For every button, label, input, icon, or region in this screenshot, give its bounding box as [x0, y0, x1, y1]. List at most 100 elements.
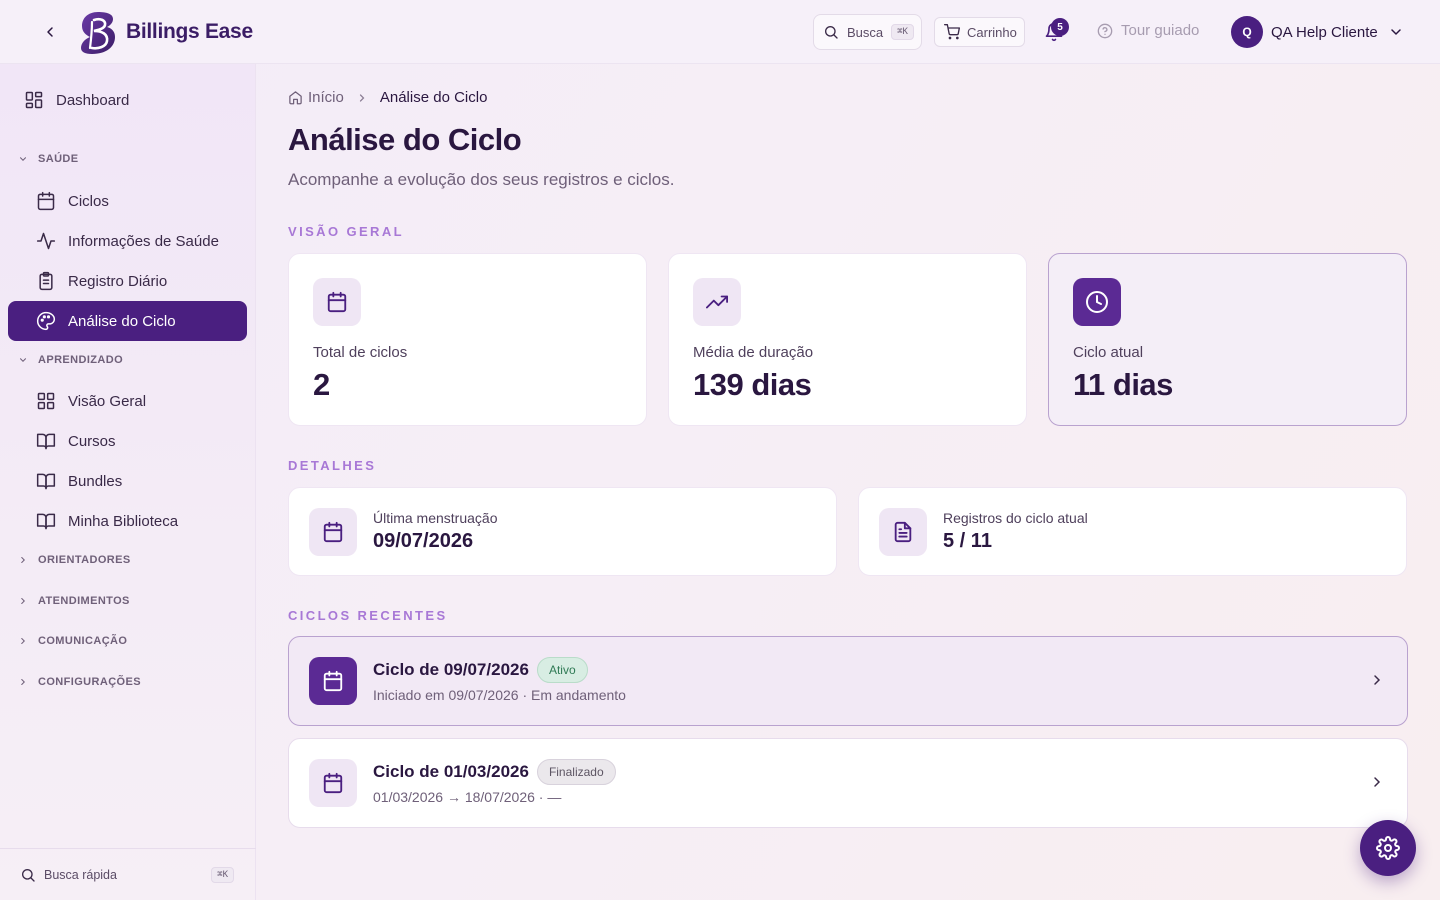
app-name: Billings Ease	[126, 20, 253, 43]
chevron-right-icon	[359, 93, 365, 102]
sidebar-item-label: Registro Diário	[68, 272, 168, 290]
sidebar-item-label: Visão Geral	[68, 392, 147, 410]
cycle-row[interactable]: Ciclo de 01/03/2026 Finalizado 01/03/202…	[288, 738, 1408, 828]
chevron-right-icon	[21, 637, 25, 645]
cart-label: Carrinho	[967, 24, 1017, 40]
sidebar-section-saude[interactable]: SAÚDE	[18, 153, 79, 165]
quick-search-label: Busca rápida	[44, 867, 117, 882]
trending-up-icon	[693, 278, 741, 326]
book-open-icon	[36, 513, 56, 530]
cycle-subtitle: 01/03/2026 → 18/07/2026 · —	[373, 789, 562, 805]
sidebar-section-configuracoes[interactable]: CONFIGURAÇÕES	[18, 676, 141, 688]
sidebar-section-atendimentos[interactable]: ATENDIMENTOS	[18, 595, 130, 607]
sidebar-item-bundles[interactable]: Bundles	[8, 461, 247, 501]
cart-button[interactable]: Carrinho	[934, 17, 1025, 47]
calendar-icon	[309, 657, 357, 705]
stat-card-media-duracao: Média de duração 139 dias	[668, 253, 1027, 426]
settings-fab-button[interactable]	[1360, 820, 1416, 876]
sidebar-section-aprendizado[interactable]: APRENDIZADO	[18, 354, 123, 366]
home-icon	[289, 91, 302, 105]
help-circle-icon	[1097, 23, 1113, 38]
stat-card-ciclo-atual: Ciclo atual 11 dias	[1048, 253, 1407, 426]
quick-search-shortcut: ⌘K	[211, 866, 234, 883]
stat-value: 11 dias	[1073, 367, 1173, 402]
sidebar-item-label: Cursos	[68, 432, 116, 450]
stat-label: Total de ciclos	[313, 344, 408, 361]
notification-badge: 5	[1051, 18, 1069, 36]
detail-value: 5 / 11	[943, 530, 992, 552]
avatar: Q	[1231, 16, 1263, 48]
cycle-row[interactable]: Ciclo de 09/07/2026 Ativo Iniciado em 09…	[288, 636, 1408, 726]
gear-icon	[1376, 836, 1400, 860]
stat-label: Média de duração	[693, 344, 814, 361]
back-chevron-icon[interactable]	[38, 20, 62, 44]
section-label: CONFIGURAÇÕES	[38, 676, 141, 688]
clock-icon	[1073, 278, 1121, 326]
sidebar-item-analise-ciclo[interactable]: Análise do Ciclo	[8, 301, 247, 341]
palette-icon	[37, 311, 56, 331]
chevron-right-icon	[21, 597, 25, 605]
section-label: SAÚDE	[38, 153, 79, 165]
detail-card-registros: Registros do ciclo atual 5 / 11	[858, 487, 1407, 576]
detail-card-ultima-menstruacao: Última menstruação 09/07/2026	[288, 487, 837, 576]
detail-label: Registros do ciclo atual	[943, 510, 1088, 526]
sidebar-item-visao-geral[interactable]: Visão Geral	[8, 381, 247, 421]
app-logo[interactable]: Billings Ease	[80, 10, 253, 54]
breadcrumb-home[interactable]: Início	[288, 89, 344, 106]
sidebar-item-label: Informações de Saúde	[68, 232, 219, 250]
user-menu[interactable]: Q QA Help Cliente	[1231, 16, 1404, 48]
detail-value: 09/07/2026	[373, 530, 474, 552]
status-badge: Ativo	[536, 657, 588, 683]
overview-section-label: VISÃO GERAL	[288, 224, 404, 239]
stat-label: Ciclo atual	[1073, 344, 1144, 361]
activity-icon	[36, 232, 56, 250]
cycle-title: Ciclo de 01/03/2026	[373, 762, 529, 781]
section-label: ORIENTADORES	[38, 554, 131, 566]
recent-section-label: CICLOS RECENTES	[288, 608, 448, 623]
chevron-right-icon	[21, 678, 25, 686]
quick-search-button[interactable]: Busca rápida ⌘K	[0, 848, 256, 900]
guided-tour-button[interactable]: Tour guiado	[1097, 22, 1199, 39]
user-name: QA Help Cliente	[1271, 23, 1378, 41]
stat-card-total-ciclos: Total de ciclos 2	[288, 253, 647, 426]
chevron-down-icon	[19, 157, 27, 161]
chevron-right-icon	[21, 556, 25, 564]
search-button[interactable]: Busca ⌘K	[813, 14, 922, 50]
grid-icon	[37, 392, 55, 410]
search-icon	[825, 26, 838, 39]
sidebar-item-label: Bundles	[68, 472, 123, 490]
sidebar-item-registro-diario[interactable]: Registro Diário	[8, 261, 247, 301]
logo-icon	[81, 12, 115, 54]
sidebar-item-informacoes-saude[interactable]: Informações de Saúde	[8, 221, 247, 261]
book-open-icon	[36, 473, 56, 490]
stat-value: 139 dias	[693, 367, 812, 402]
calendar-icon	[37, 191, 55, 211]
sidebar-section-comunicacao[interactable]: COMUNICAÇÃO	[18, 635, 127, 647]
clipboard-icon	[39, 271, 53, 291]
sidebar-item-label: Dashboard	[56, 91, 130, 109]
breadcrumb-home-label: Início	[308, 89, 344, 106]
stat-value: 2	[313, 367, 330, 402]
sidebar-item-ciclos[interactable]: Ciclos	[8, 181, 247, 221]
cart-icon	[944, 24, 960, 40]
sidebar-item-cursos[interactable]: Cursos	[8, 421, 247, 461]
section-label: APRENDIZADO	[38, 354, 124, 366]
detail-label: Última menstruação	[373, 510, 498, 526]
chevron-down-icon	[19, 358, 27, 362]
top-header: Billings Ease Busca ⌘K Carrinho 5 Tour g…	[0, 0, 1440, 64]
status-badge: Finalizado	[536, 759, 616, 785]
sidebar-section-orientadores[interactable]: ORIENTADORES	[18, 554, 131, 566]
sidebar-item-minha-biblioteca[interactable]: Minha Biblioteca	[8, 501, 247, 541]
search-icon	[22, 868, 35, 882]
calendar-icon	[309, 508, 357, 556]
cycle-title: Ciclo de 09/07/2026	[373, 660, 529, 679]
section-label: ATENDIMENTOS	[38, 595, 130, 607]
breadcrumb: Início Análise do Ciclo	[288, 89, 487, 106]
tour-label: Tour guiado	[1121, 22, 1200, 39]
chevron-right-icon	[1374, 777, 1381, 787]
calendar-icon	[313, 278, 361, 326]
chevron-right-icon	[1374, 675, 1381, 685]
search-label: Busca	[847, 24, 884, 40]
sidebar-item-dashboard[interactable]: Dashboard	[8, 80, 247, 120]
details-section-label: DETALHES	[288, 458, 377, 473]
